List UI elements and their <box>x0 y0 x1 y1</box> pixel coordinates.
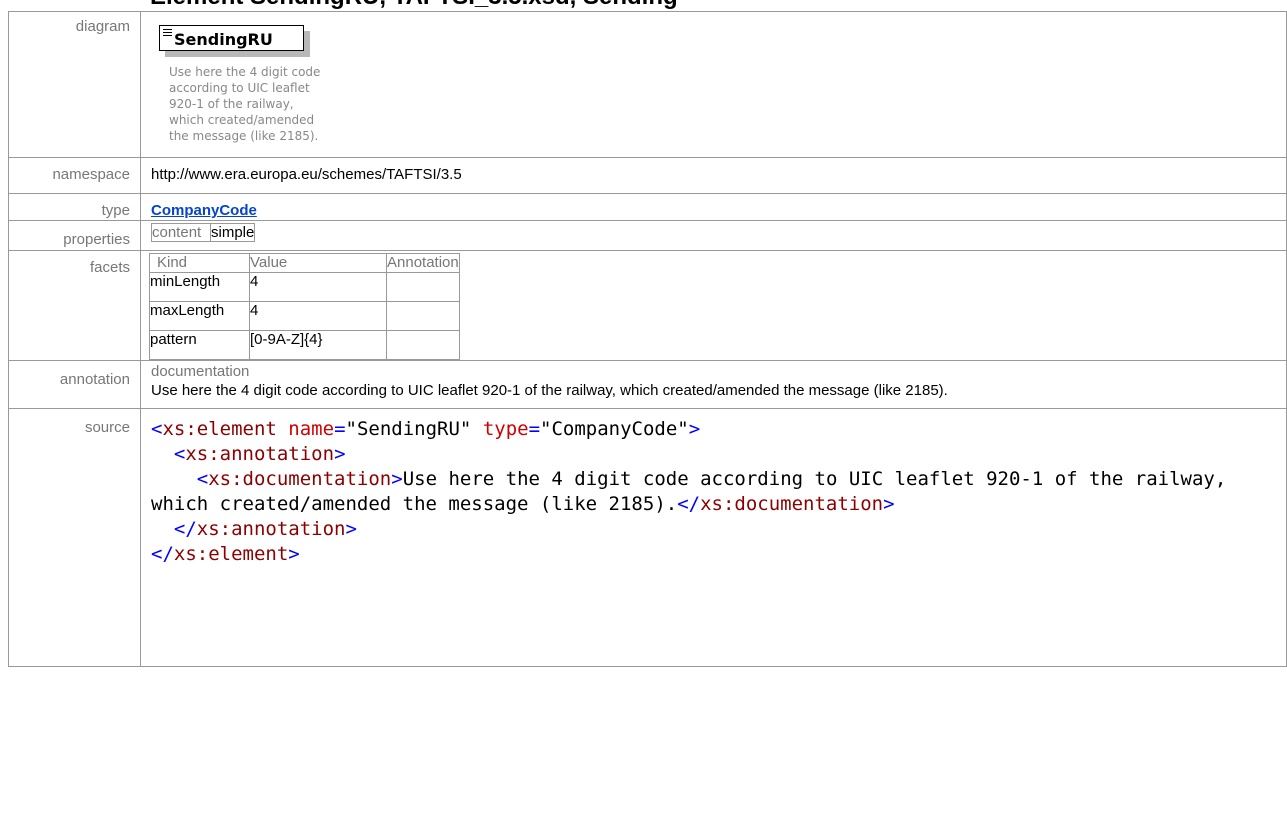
source-tag: xs:documentation <box>208 468 392 490</box>
facet-annotation <box>386 272 460 302</box>
row-namespace: namespace http://www.era.europa.eu/schem… <box>8 157 1287 194</box>
facet-value: 4 <box>249 272 387 302</box>
source-tag: xs:documentation <box>700 493 884 515</box>
table-row: maxLength 4 <box>149 301 460 331</box>
label-facets: facets <box>8 250 141 361</box>
facet-value: 4 <box>249 301 387 331</box>
facet-kind: pattern <box>149 330 250 360</box>
facets-header-value: Value <box>249 253 387 273</box>
label-diagram: diagram <box>8 11 141 158</box>
diagram-element-box: SendingRU <box>159 25 304 51</box>
label-namespace: namespace <box>8 157 141 194</box>
table-row: pattern [0-9A-Z]{4} <box>149 330 460 360</box>
row-type: type CompanyCode <box>8 193 1287 221</box>
facets-header-kind: Kind <box>149 253 250 273</box>
source-code: <xs:element name="SendingRU" type="Compa… <box>151 418 1238 565</box>
label-annotation: annotation <box>8 360 141 409</box>
element-lines-icon <box>163 29 172 38</box>
row-annotation: annotation documentation Use here the 4 … <box>8 360 1287 409</box>
source-attr-value: "SendingRU" <box>345 418 472 440</box>
source-attr-value: "CompanyCode" <box>540 418 689 440</box>
facets-header-annotation: Annotation <box>386 253 460 273</box>
diagram-element-name: SendingRU <box>174 30 273 49</box>
source-tag: xs:annotation <box>196 518 346 540</box>
annotation-heading: documentation <box>151 363 250 380</box>
source-attr-name: name <box>288 418 335 440</box>
facet-annotation <box>386 330 460 360</box>
property-key: content <box>151 223 211 242</box>
row-properties: properties content simple <box>8 220 1287 251</box>
label-source: source <box>8 408 141 667</box>
row-diagram: diagram SendingRU Use here the 4 digit c… <box>8 11 1287 158</box>
diagram-documentation: Use here the 4 digit code according to U… <box>169 65 321 143</box>
facet-annotation <box>386 301 460 331</box>
facet-value: [0-9A-Z]{4} <box>249 330 387 360</box>
label-properties: properties <box>8 220 141 251</box>
facet-kind: maxLength <box>149 301 250 331</box>
table-row: minLength 4 <box>149 272 460 302</box>
page-title: Element SendingRU, TAFTSI_3.5.xsd, Sendi… <box>150 0 678 11</box>
source-tag: xs:element <box>173 543 289 565</box>
facets-table: Kind Value Annotation minLength 4 maxLen… <box>149 253 460 360</box>
source-tag: xs:element <box>162 418 277 440</box>
source-attr-name: type <box>482 418 529 440</box>
facet-kind: minLength <box>149 272 250 302</box>
type-link[interactable]: CompanyCode <box>151 194 257 219</box>
label-type: type <box>8 193 141 221</box>
properties-table: content simple <box>151 223 256 242</box>
annotation-text: Use here the 4 digit code according to U… <box>151 382 948 399</box>
row-facets: facets Kind Value Annotation minLength 4… <box>8 250 1287 361</box>
element-diagram[interactable]: SendingRU <box>159 25 310 57</box>
source-tag: xs:annotation <box>185 443 335 465</box>
property-value: simple <box>209 223 256 242</box>
namespace-value: http://www.era.europa.eu/schemes/TAFTSI/… <box>140 157 1287 194</box>
element-doc-table: diagram SendingRU Use here the 4 digit c… <box>8 11 1287 667</box>
row-source: source <xs:element name="SendingRU" type… <box>8 408 1287 667</box>
